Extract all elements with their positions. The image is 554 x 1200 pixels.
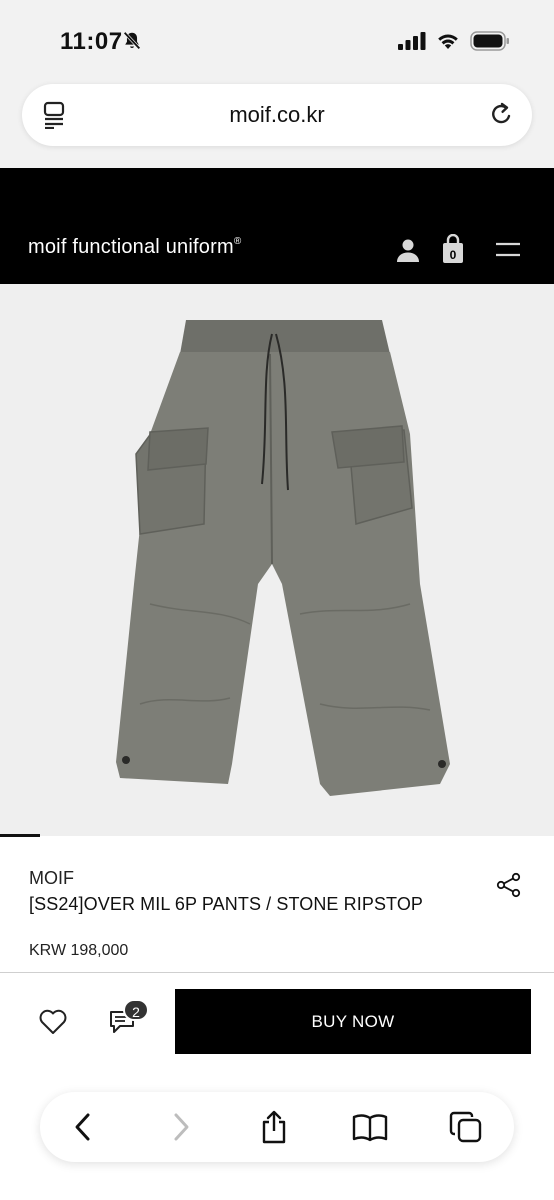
- reload-icon[interactable]: [488, 101, 514, 129]
- url-text[interactable]: moif.co.kr: [22, 102, 532, 128]
- divider: [0, 972, 554, 973]
- share-sheet-icon: [262, 1110, 286, 1144]
- browser-toolbar: [40, 1092, 514, 1162]
- tabs-overview-icon: [449, 1111, 482, 1143]
- buy-now-button[interactable]: BUY NOW: [175, 989, 531, 1054]
- product-title: [SS24]OVER MIL 6P PANTS / STONE RIPSTOP: [29, 894, 424, 914]
- forward-icon: [174, 1113, 189, 1141]
- wifi-icon: [438, 34, 458, 49]
- user-icon[interactable]: [396, 238, 420, 262]
- product-image[interactable]: [0, 284, 554, 836]
- chat-count-badge: 2: [123, 999, 149, 1021]
- brand-text: moif functional uniform: [28, 236, 234, 258]
- heart-icon[interactable]: [38, 1008, 68, 1036]
- address-bar[interactable]: moif.co.kr: [22, 84, 532, 146]
- share-icon[interactable]: [496, 872, 522, 898]
- product-brand[interactable]: MOIF: [29, 868, 74, 889]
- cart-count: 0: [449, 248, 457, 262]
- bookmarks-button[interactable]: [352, 1109, 388, 1145]
- battery-icon: [470, 31, 509, 51]
- status-icons: [398, 31, 510, 51]
- back-button[interactable]: [66, 1109, 102, 1145]
- site-header: moif functional uniform® 0: [0, 168, 554, 284]
- back-icon: [75, 1113, 90, 1141]
- status-time: 11:07: [60, 28, 123, 55]
- menu-icon[interactable]: [494, 241, 522, 259]
- forward-button[interactable]: [162, 1109, 198, 1145]
- bookmarks-icon: [352, 1114, 388, 1142]
- cellular-signal-icon: [398, 32, 426, 50]
- brand-logo[interactable]: moif functional uniform®: [28, 236, 241, 259]
- share-button[interactable]: [256, 1109, 292, 1145]
- bell-slash-icon: [123, 31, 141, 50]
- status-bar: 11:07: [0, 0, 554, 82]
- product-price: KRW 198,000: [29, 942, 129, 959]
- registered-mark: ®: [233, 236, 242, 247]
- tabs-button[interactable]: [448, 1109, 484, 1145]
- slide-indicator: [0, 834, 40, 837]
- pants-photo: [116, 320, 450, 796]
